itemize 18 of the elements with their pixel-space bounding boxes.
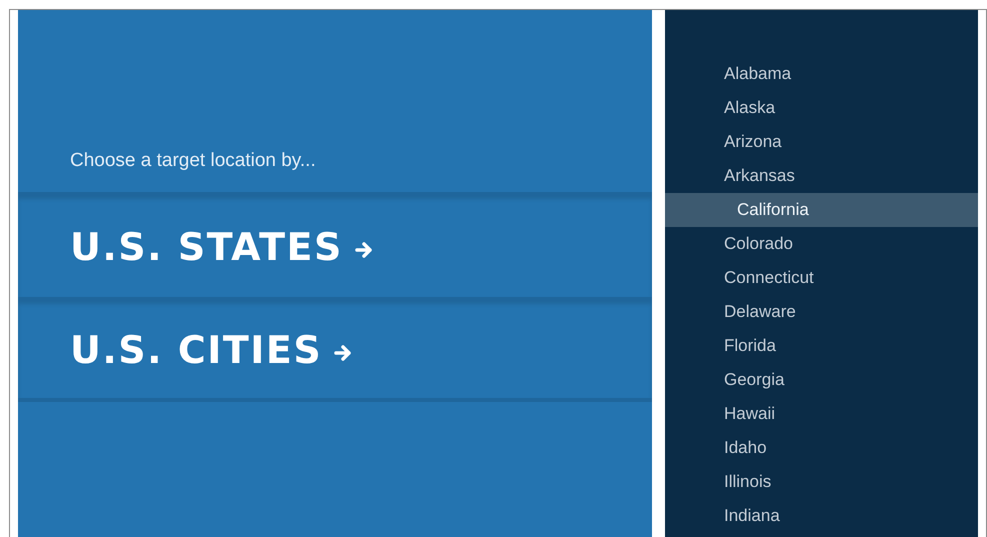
state-list-item[interactable]: Georgia (665, 363, 978, 397)
state-list-item[interactable]: Arkansas (665, 159, 978, 193)
state-list-item[interactable]: Indiana (665, 499, 978, 533)
state-list-item[interactable]: Delaware (665, 295, 978, 329)
state-list-item[interactable]: Alabama (665, 57, 978, 91)
prompt-text: Choose a target location by... (69, 150, 316, 173)
state-list-item[interactable]: Idaho (665, 431, 978, 465)
state-list-item[interactable]: Arizona (665, 125, 978, 159)
option-button[interactable]: U.S. CITIES (18, 297, 652, 402)
state-list-item[interactable]: Florida (665, 329, 978, 363)
state-list-item[interactable]: California (665, 193, 978, 227)
option-button[interactable]: U.S. STATES (18, 192, 652, 297)
state-list-item[interactable]: Colorado (665, 227, 978, 261)
arrow-icon (354, 240, 375, 260)
state-list-item[interactable]: Hawaii (665, 397, 978, 431)
state-list-item[interactable]: Illinois (665, 465, 978, 499)
state-list-item[interactable]: Alaska (665, 91, 978, 125)
state-list-item[interactable]: Connecticut (665, 261, 978, 295)
